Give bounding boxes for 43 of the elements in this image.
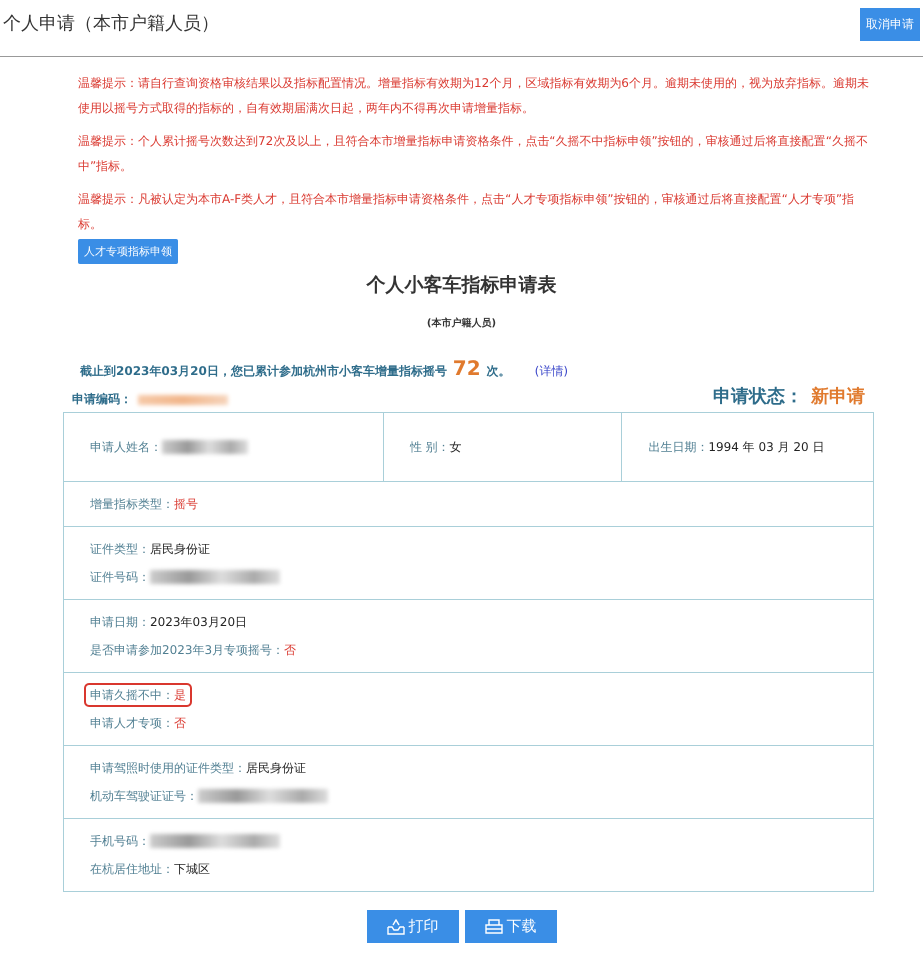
field-value: 下城区 <box>174 861 210 878</box>
field-label: 手机号码： <box>90 833 150 850</box>
status-label: 申请状态： <box>713 386 803 407</box>
field-label: 申请驾照时使用的证件类型： <box>90 760 246 777</box>
details-link[interactable]: (详情) <box>534 363 568 380</box>
notice-text: 温馨提示：凡被认定为本市A-F类人才，且符合本市增量指标申请资格条件，点击“人才专项指标申领”按钮的，审核通过后将直接配置“人才专项”指标。 <box>78 191 856 233</box>
form-subtitle: (本市户籍人员) <box>426 316 498 330</box>
download-button[interactable]: 下载 <box>464 910 556 943</box>
field-value: 摇号 <box>174 496 198 513</box>
talent-apply-button[interactable]: 人才专项指标申领 <box>78 239 178 264</box>
summary-unit: 次。 <box>486 363 511 380</box>
field-label: 机动车驾驶证证号： <box>90 788 198 805</box>
tray-icon <box>386 918 404 934</box>
field-label: 在杭居住地址： <box>90 861 174 878</box>
application-code-label: 申请编码： <box>72 391 132 408</box>
field-label: 性 别： <box>410 439 450 456</box>
field-value: 否 <box>284 642 296 659</box>
field-label: 证件号码： <box>90 569 150 586</box>
status-value: 新申请 <box>811 386 865 407</box>
field-label: 增量指标类型： <box>90 496 174 513</box>
field-value: 1994 年 03 月 20 日 <box>708 439 824 456</box>
field-value: 居民身份证 <box>246 760 306 777</box>
draw-count: 72 <box>452 356 481 380</box>
form-title: 个人小客车指标申请表 <box>365 273 558 298</box>
notice-text: 温馨提示：请自行查询资格审核结果以及指标配置情况。增量指标有效期为12个月，区域指标有效期为6个月。逾期未使用的，视为放弃指标。逾期未使用以摇号方式取得的指标的，自有效期届满次日起，两年内不得再次申请增量指标。 <box>78 75 870 117</box>
field-label: 申请人姓名： <box>90 439 162 456</box>
summary-text: 截止到2023年03月20日，您已累计参加杭州市小客车增量指标摇号 <box>80 363 447 380</box>
page-title: 个人申请（本市户籍人员） <box>3 12 219 35</box>
notice-text: 温馨提示：个人累计摇号次数达到72次及以上，且符合本市增量指标申请资格条件，点击“久摇不中指标申领”按钮的，审核通过后将直接配置“久摇不中”指标。 <box>78 133 869 175</box>
printer-icon <box>484 918 502 934</box>
field-value: 居民身份证 <box>150 541 210 558</box>
field-value: 否 <box>174 715 186 732</box>
field-label: 出生日期： <box>648 439 708 456</box>
field-label: 申请久摇不中： <box>90 687 174 704</box>
field-label: 是否申请参加2023年3月专项摇号： <box>90 642 284 659</box>
field-label: 证件类型： <box>90 541 150 558</box>
field-label: 申请人才专项： <box>90 715 174 732</box>
print-button[interactable]: 打印 <box>366 910 458 943</box>
field-value: 女 <box>450 439 462 456</box>
cancel-button[interactable]: 取消申请 <box>860 8 920 41</box>
field-value: 是 <box>174 687 186 704</box>
field-value: 2023年03月20日 <box>150 614 248 631</box>
field-label: 申请日期： <box>90 614 150 631</box>
